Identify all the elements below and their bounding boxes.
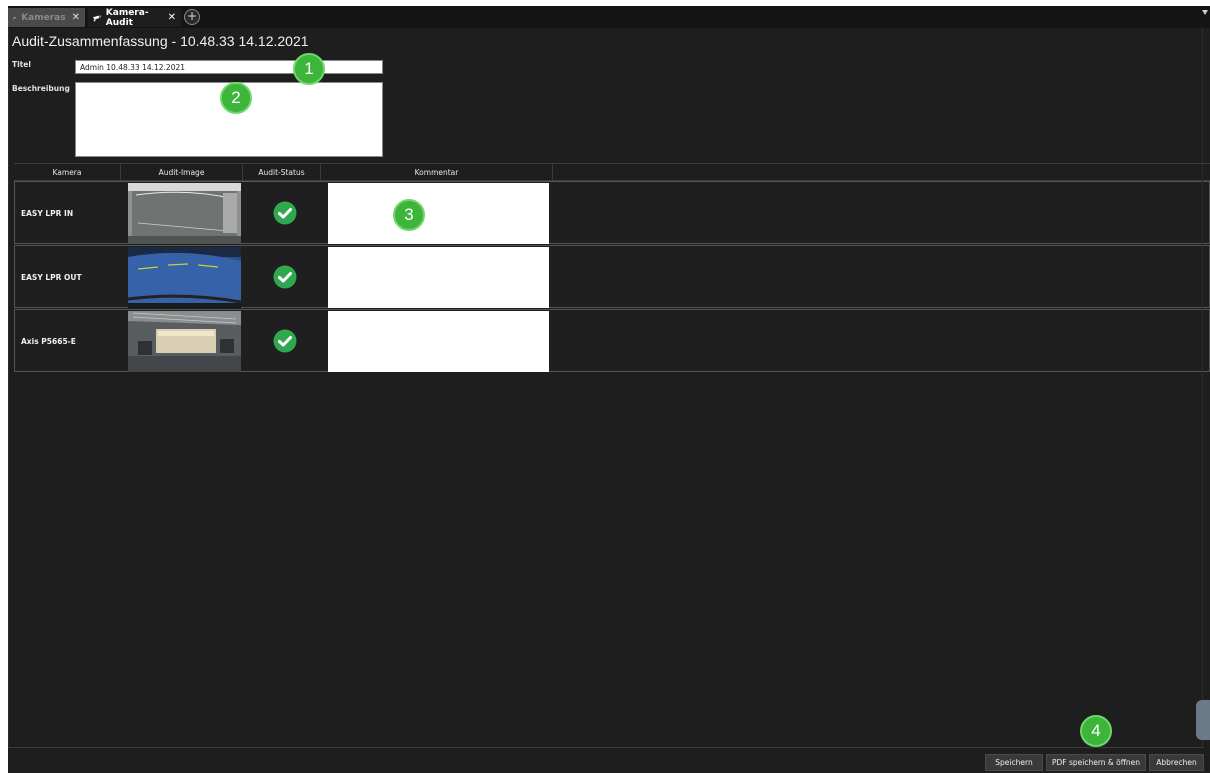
table-header: Kamera Audit-Image Audit-Status Kommenta… [14,163,1210,181]
column-header-audit-image[interactable]: Audit-Image [121,164,243,181]
tab-kamera-audit[interactable]: Kamera-Audit ✕ [88,7,181,28]
beschreibung-label: Beschreibung [12,84,70,93]
column-header-audit-status[interactable]: Audit-Status [243,164,321,181]
tab-kameras[interactable]: Kameras ✕ [8,8,85,27]
check-circle-icon [273,201,297,225]
callout-badge-4: 4 [1080,715,1112,747]
check-circle-icon [273,265,297,289]
audit-image [128,183,241,244]
comment-field[interactable] [328,183,549,244]
dropdown-arrow-icon[interactable] [1202,10,1208,15]
cancel-button[interactable]: Abbrechen [1149,754,1204,771]
comment-field[interactable] [328,247,549,308]
side-panel-handle[interactable] [1196,700,1210,740]
comment-field[interactable] [328,311,549,372]
left-border [8,28,9,748]
right-border [1202,28,1203,748]
titel-input[interactable]: Admin 10.48.33 14.12.2021 [75,60,383,74]
save-button[interactable]: Speichern [985,754,1043,771]
camera-name: EASY LPR IN [21,209,74,218]
table-row: EASY LPR OUT [14,245,1210,308]
tab-label: Kameras [21,12,66,23]
footer-divider [8,747,1204,748]
audit-image [128,247,241,308]
table-row: Axis P5665-E [14,309,1210,372]
tab-bar: Kameras ✕ Kamera-Audit ✕ + [8,6,1210,28]
page-title: Audit-Zusammenfassung - 10.48.33 14.12.2… [12,33,309,49]
column-header-kommentar[interactable]: Kommentar [321,164,553,181]
audit-window: Kameras ✕ Kamera-Audit ✕ + Audit-Zusamme… [8,6,1210,773]
close-icon[interactable]: ✕ [168,12,176,23]
table-row: EASY LPR IN [14,181,1210,244]
camera-name: EASY LPR OUT [21,273,82,282]
callout-badge-2: 2 [220,82,252,114]
close-icon[interactable]: ✕ [72,12,80,23]
titel-label: Titel [12,60,31,69]
plus-circle-icon[interactable]: + [184,9,200,25]
audit-image [128,311,241,372]
column-header-kamera[interactable]: Kamera [14,164,121,181]
callout-badge-3: 3 [393,199,425,231]
camera-icon [93,14,102,21]
check-circle-icon [273,329,297,353]
tab-label: Kamera-Audit [105,7,149,28]
camera-name: Axis P5665-E [21,337,76,346]
callout-badge-1: 1 [293,53,325,85]
save-pdf-open-button[interactable]: PDF speichern & öffnen [1046,754,1146,771]
camera-icon [13,16,17,20]
